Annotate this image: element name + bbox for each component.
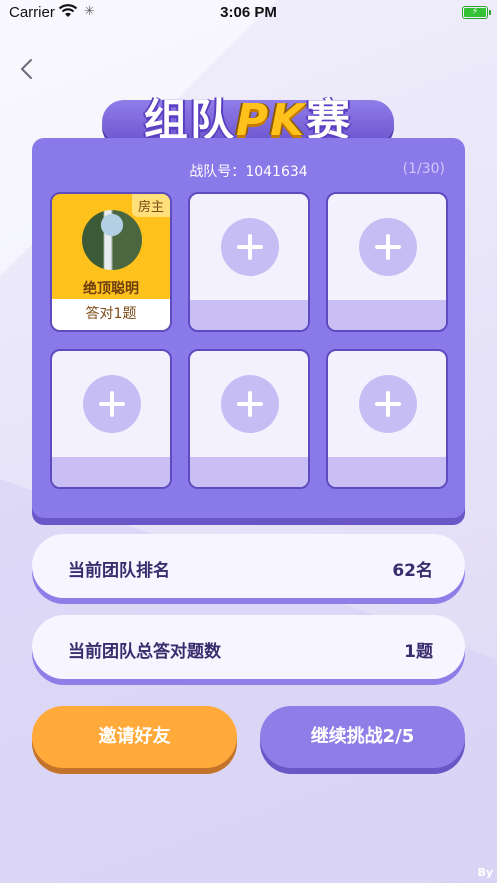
member-slot-empty[interactable] [326,349,448,489]
team-rank-value: 62名 [392,561,433,581]
add-member-icon[interactable] [359,218,417,276]
team-rank-label: 当前团队排名 [68,561,170,581]
team-correct-label: 当前团队总答对题数 [68,642,221,662]
add-member-icon[interactable] [359,375,417,433]
continue-challenge-button[interactable]: 继续挑战2/5 [260,706,465,768]
member-slot-empty[interactable] [50,349,172,489]
back-chevron-icon[interactable] [16,58,38,80]
add-member-icon[interactable] [221,218,279,276]
slot-footer [328,457,446,487]
battery-icon: ⚡ [462,6,491,19]
add-member-icon[interactable] [221,375,279,433]
watermark: By [477,866,493,879]
status-bar: Carrier ✳ 3:06 PM ⚡ [0,0,497,26]
slot-footer [190,300,308,330]
member-score: 答对1题 [52,299,170,330]
member-slot-empty[interactable] [326,192,448,332]
team-correct-value: 1题 [404,642,433,662]
host-badge: 房主 [131,194,170,217]
slot-footer [190,457,308,487]
member-slot-empty[interactable] [188,192,310,332]
member-slot-empty[interactable] [188,349,310,489]
team-correct-card: 当前团队总答对题数 1题 [32,615,465,679]
member-name: 绝顶聪明 [83,281,139,297]
slot-footer [52,457,170,487]
member-slot-host[interactable]: 房主 绝顶聪明 答对1题 [50,192,172,332]
avatar [82,210,142,270]
clock-time: 3:06 PM [220,4,277,21]
member-count: (1/30) [402,161,445,177]
slot-footer [328,300,446,330]
team-number-label: 战队号： [189,164,246,180]
team-rank-card: 当前团队排名 62名 [32,534,465,598]
invite-friends-button[interactable]: 邀请好友 [32,706,237,768]
add-member-icon[interactable] [83,375,141,433]
team-number: 战队号：1041634 [32,161,465,181]
team-panel: 战队号：1041634 (1/30) 房主 绝顶聪明 答对1题 [32,138,465,518]
team-number-value: 1041634 [245,164,308,180]
